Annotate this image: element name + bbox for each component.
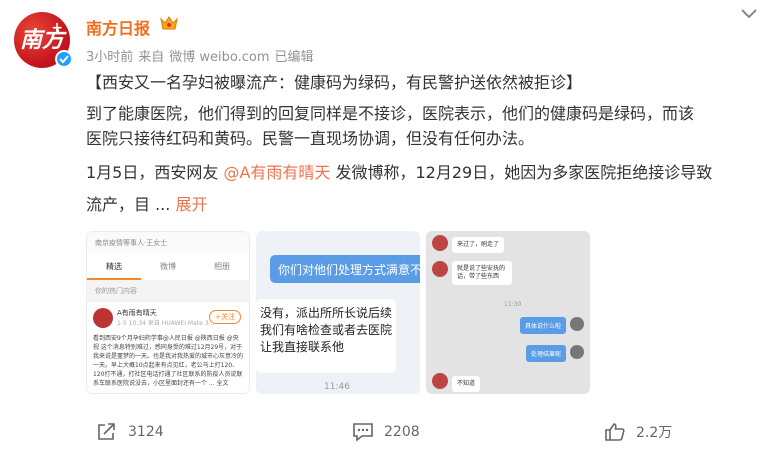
source-prefix: 来自 [138,50,165,65]
post-meta: 3小时前 来自 微博 weibo.com 已编辑 [86,46,319,65]
screenshot-user-sub: 1-5 10:34 来自 HUAWEI Mate 3... [117,320,215,327]
screenshot-tab: 精选 [87,252,141,280]
chat-bubble-sent: 你们对他们处理方式满意不 [270,255,420,283]
expand-link[interactable]: 展开 [175,195,207,214]
screenshot-card: A有雨有晴天 1-5 10:34 来自 HUAWEI Mate 3... +关注… [87,302,249,393]
text-fragment: 1月5日，西安网友 [86,163,224,182]
post-source: 微博 weibo.com [169,50,270,65]
screenshot-header: 南京疫情等事人·王女士 [87,232,249,252]
comment-button[interactable]: 2208 [352,420,420,444]
screenshot-tab: 微博 [160,262,176,271]
chat-avatar [432,261,448,277]
chat-avatar [432,373,448,389]
chat-bubble-sent: 具体说什么啦 [519,317,566,334]
screenshot-username: A有雨有晴天 [117,309,157,317]
comment-count: 2208 [384,424,420,440]
post-headline: 【西安又一名孕妇被曝流产：健康码为绿码，有民警护送依然被拒诊】 [86,73,583,92]
author-name[interactable]: 南方日报 [86,15,150,39]
user-mention-link[interactable]: @A有雨有晴天 [223,163,330,182]
screenshot-section: 你的热门内容 [95,287,137,295]
action-bar: 3124 2208 2.2万 [0,420,771,444]
chevron-down-icon[interactable] [739,6,759,22]
screenshot-tab: 相册 [214,262,230,271]
screenshot-avatar [93,308,113,328]
chat-avatar [570,317,584,331]
chat-bubble-received: 不知道 [452,376,481,392]
chat-bubble-received: 就是说了些安抚的话，带了些东西 [452,261,512,285]
text-fragment: 发微博称，12月29日，她因为多家医院拒绝接诊导致 [330,163,713,182]
like-count: 2.2万 [636,425,673,441]
share-icon [98,423,115,440]
verified-badge-icon [55,50,73,68]
post-image-2[interactable]: 你们对他们处理方式满意不 没有，派出所所长说后续我们有啥检查或者去医院让我直接联… [256,231,420,394]
screenshot-body: 看到西安9个月孕妇药学事@人民日报 @陕西日报 @央视 这个消息特别难过，感同身… [93,335,244,387]
post-paragraph-line: 到了能康医院，他们得到的回复同样是不接诊，医院表示，他们的健康码是绿码，而该 [86,104,695,123]
screenshot-tabs: 精选 微博 相册 [87,252,249,280]
chat-time: 11:46 [324,382,350,392]
comment-icon [353,423,373,442]
plus-icon: + [51,20,63,36]
edited-label: 已编辑 [274,50,314,65]
chat-bubble-sent: 处理结果呢 [525,345,566,362]
thumbs-up-icon [605,423,625,441]
screenshot-follow: +关注 [209,310,241,324]
chat-bubble-received: 没有，派出所所长说后续我们有啥检查或者去医院让我直接联系他 [256,299,396,373]
share-button[interactable]: 3124 [96,420,164,444]
post-paragraph-line: 流产，目 ... 展开 [86,192,756,218]
chat-avatar [570,345,584,359]
like-button[interactable]: 2.2万 [604,420,672,444]
post-paragraph-line: 1月5日，西安网友 @A有雨有晴天 发微博称，12月29日，她因为多家医院拒绝接… [86,160,756,186]
vip-crown-icon [160,16,178,30]
share-count: 3124 [128,424,164,440]
text-fragment: 流产，目 ... [86,195,176,214]
chat-avatar [432,235,448,251]
post-image-1[interactable]: 南京疫情等事人·王女士 精选 微博 相册 你的热门内容 A有雨有晴天 1-5 1… [86,231,250,394]
chat-bubble-received: 来过了，刷走了 [452,237,505,253]
post-paragraph-line: 医院只接待红码和黄码。民警一直现场协调，但没有任何办法。 [86,129,535,148]
post-image-3[interactable]: 来过了，刷走了 就是说了些安抚的话，带了些东西 11:30 具体说什么啦 处理结… [426,231,590,394]
post-time[interactable]: 3小时前 [86,50,133,65]
chat-time: 11:30 [504,301,522,308]
